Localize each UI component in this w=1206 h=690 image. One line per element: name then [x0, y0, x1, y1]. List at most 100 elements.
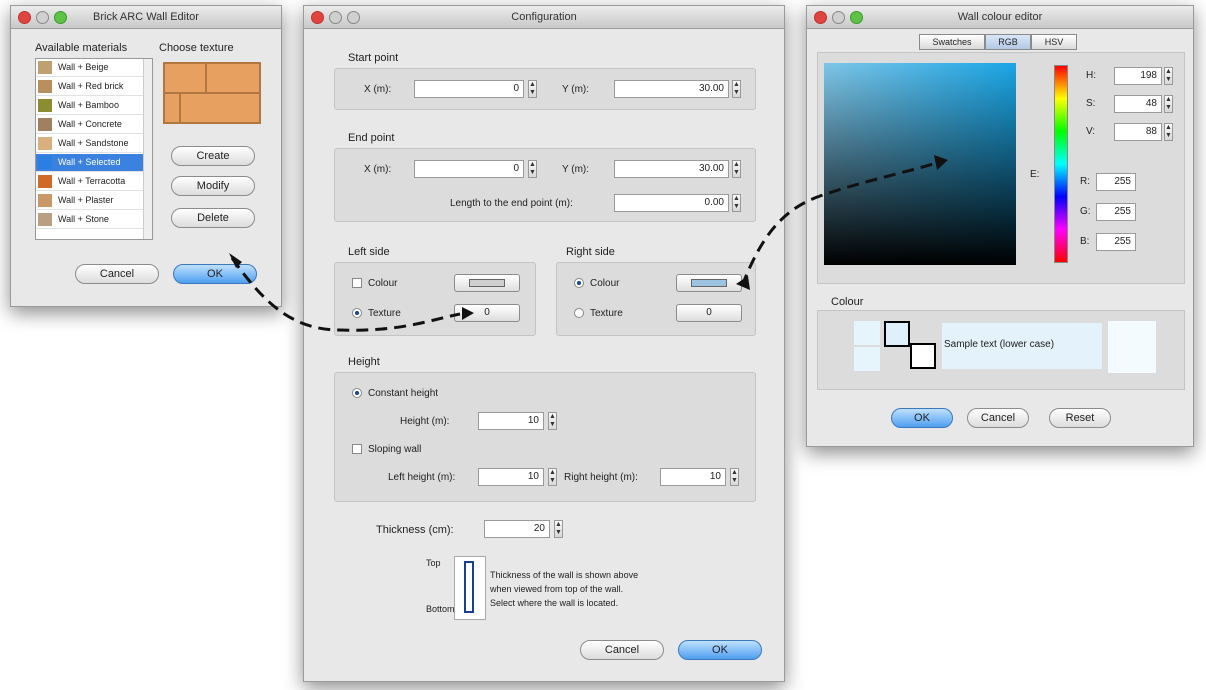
- end-x-stepper[interactable]: ▲ ▼: [528, 160, 537, 178]
- swatch-outline[interactable]: [910, 343, 936, 369]
- close-icon[interactable]: [311, 11, 324, 24]
- end-y-field[interactable]: 30.00: [614, 160, 729, 178]
- list-item[interactable]: Wall + Sandstone: [36, 135, 146, 153]
- list-item[interactable]: Wall + Terracotta: [36, 173, 146, 191]
- list-item[interactable]: Wall + Selected: [36, 154, 146, 172]
- hue-slider[interactable]: [1054, 65, 1068, 263]
- wall-thickness-diagram[interactable]: [454, 556, 486, 620]
- minimize-icon[interactable]: [36, 11, 49, 24]
- sample-bar: Sample text (lower case): [942, 323, 1102, 369]
- colour-editor-titlebar[interactable]: Wall colour editor: [807, 6, 1193, 29]
- hsv-field[interactable]: 88: [1114, 123, 1162, 141]
- start-y-stepper[interactable]: ▲ ▼: [732, 80, 741, 98]
- material-swatch: [38, 175, 52, 188]
- rgb-field[interactable]: 255: [1096, 233, 1136, 251]
- rgb-field[interactable]: 255: [1096, 173, 1136, 191]
- swatch-light[interactable]: [854, 321, 880, 345]
- minimize-icon[interactable]: [832, 11, 845, 24]
- saturation-value-field[interactable]: [824, 63, 1016, 265]
- colour-panel: H: 198 ▲ ▼ S: 48 ▲ ▼ V: 88 ▲ ▼ R: 255 G: 255 B: 255 E:: [817, 52, 1185, 284]
- left-colour-checkbox[interactable]: [352, 278, 362, 288]
- zoom-icon[interactable]: [347, 11, 360, 24]
- end-x-field[interactable]: 0: [414, 160, 524, 178]
- zoom-icon[interactable]: [54, 11, 67, 24]
- list-header: Available materials: [35, 42, 128, 54]
- ok-button[interactable]: OK: [678, 640, 762, 660]
- thickness-field[interactable]: 20: [484, 520, 550, 538]
- height-stepper[interactable]: ▲ ▼: [548, 412, 557, 430]
- list-item[interactable]: Wall + Stone: [36, 211, 146, 229]
- list-item[interactable]: Wall + Red brick: [36, 78, 146, 96]
- diagram-line-3: Select where the wall is located.: [490, 598, 619, 608]
- right-texture-radio[interactable]: [574, 308, 584, 318]
- hsv-stepper[interactable]: ▲ ▼: [1164, 67, 1173, 85]
- hsv-label: H:: [1086, 70, 1096, 81]
- swatch-pale[interactable]: [854, 347, 880, 371]
- rgb-label: B:: [1080, 236, 1090, 247]
- list-item[interactable]: Wall + Concrete: [36, 116, 146, 134]
- end-y-stepper[interactable]: ▲ ▼: [732, 160, 741, 178]
- tab-rgb[interactable]: RGB: [985, 34, 1031, 50]
- minimize-icon[interactable]: [329, 11, 342, 24]
- configuration-titlebar[interactable]: Configuration: [304, 6, 784, 29]
- list-item-label: Wall + Concrete: [58, 119, 122, 129]
- material-editor-window: Brick ARC Wall Editor Available material…: [10, 5, 282, 307]
- swatch-selected[interactable]: [884, 321, 910, 347]
- left-height-stepper[interactable]: ▲ ▼: [548, 468, 557, 486]
- list-item[interactable]: Wall + Beige: [36, 59, 146, 77]
- left-colour-button[interactable]: [454, 274, 520, 292]
- start-y-field[interactable]: 30.00: [614, 80, 729, 98]
- constant-height-label: Constant height: [368, 388, 439, 399]
- material-editor-titlebar[interactable]: Brick ARC Wall Editor: [11, 6, 281, 29]
- list-item[interactable]: Wall + Bamboo: [36, 97, 146, 115]
- sample-text: Sample text (lower case): [944, 339, 1055, 350]
- cancel-button[interactable]: Cancel: [967, 408, 1029, 428]
- modify-button[interactable]: Modify: [171, 176, 255, 196]
- ok-button[interactable]: OK: [173, 264, 257, 284]
- material-swatch: [38, 118, 52, 131]
- left-texture-radio[interactable]: [352, 308, 362, 318]
- right-texture-button[interactable]: 0: [676, 304, 742, 322]
- end-length-stepper[interactable]: ▲ ▼: [732, 194, 741, 212]
- sloping-wall-checkbox[interactable]: [352, 444, 362, 454]
- colour-preview-label: Colour: [831, 296, 864, 308]
- list-item[interactable]: Wall + Plaster: [36, 192, 146, 210]
- ok-button[interactable]: OK: [891, 408, 953, 428]
- start-x-field[interactable]: 0: [414, 80, 524, 98]
- hsv-stepper[interactable]: ▲ ▼: [1164, 95, 1173, 113]
- cancel-button[interactable]: Cancel: [75, 264, 159, 284]
- hsv-stepper[interactable]: ▲ ▼: [1164, 123, 1173, 141]
- close-icon[interactable]: [18, 11, 31, 24]
- right-colour-radio[interactable]: [574, 278, 584, 288]
- diagram-line-2: when viewed from top of the wall.: [490, 584, 624, 594]
- right-height-field[interactable]: 10: [660, 468, 726, 486]
- hsv-field[interactable]: 198: [1114, 67, 1162, 85]
- thickness-stepper[interactable]: ▲ ▼: [554, 520, 563, 538]
- material-list[interactable]: Wall + Beige Wall + Red brick Wall + Bambo…: [35, 58, 153, 240]
- height-field[interactable]: 10: [478, 412, 544, 430]
- material-swatch: [38, 137, 52, 150]
- hsv-field[interactable]: 48: [1114, 95, 1162, 113]
- create-button[interactable]: Create: [171, 146, 255, 166]
- zoom-icon[interactable]: [850, 11, 863, 24]
- tab-swatches[interactable]: Swatches: [919, 34, 985, 50]
- right-colour-label: Colour: [590, 278, 620, 289]
- tab-hsv[interactable]: HSV: [1031, 34, 1077, 50]
- material-swatch: [38, 61, 52, 74]
- start-x-stepper[interactable]: ▲ ▼: [528, 80, 537, 98]
- right-height-stepper[interactable]: ▲ ▼: [730, 468, 739, 486]
- close-icon[interactable]: [814, 11, 827, 24]
- left-height-field[interactable]: 10: [478, 468, 544, 486]
- constant-height-radio[interactable]: [352, 388, 362, 398]
- list-item-label: Wall + Beige: [58, 62, 109, 72]
- delete-button[interactable]: Delete: [171, 208, 255, 228]
- end-length-field[interactable]: 0.00: [614, 194, 729, 212]
- right-colour-button[interactable]: [676, 274, 742, 292]
- material-swatch: [38, 194, 52, 207]
- rgb-field[interactable]: 255: [1096, 203, 1136, 221]
- diagram-top-label: Top: [426, 558, 441, 568]
- left-texture-button[interactable]: 0: [454, 304, 520, 322]
- list-scrollbar[interactable]: [143, 59, 152, 239]
- cancel-button[interactable]: Cancel: [580, 640, 664, 660]
- reset-button[interactable]: Reset: [1049, 408, 1111, 428]
